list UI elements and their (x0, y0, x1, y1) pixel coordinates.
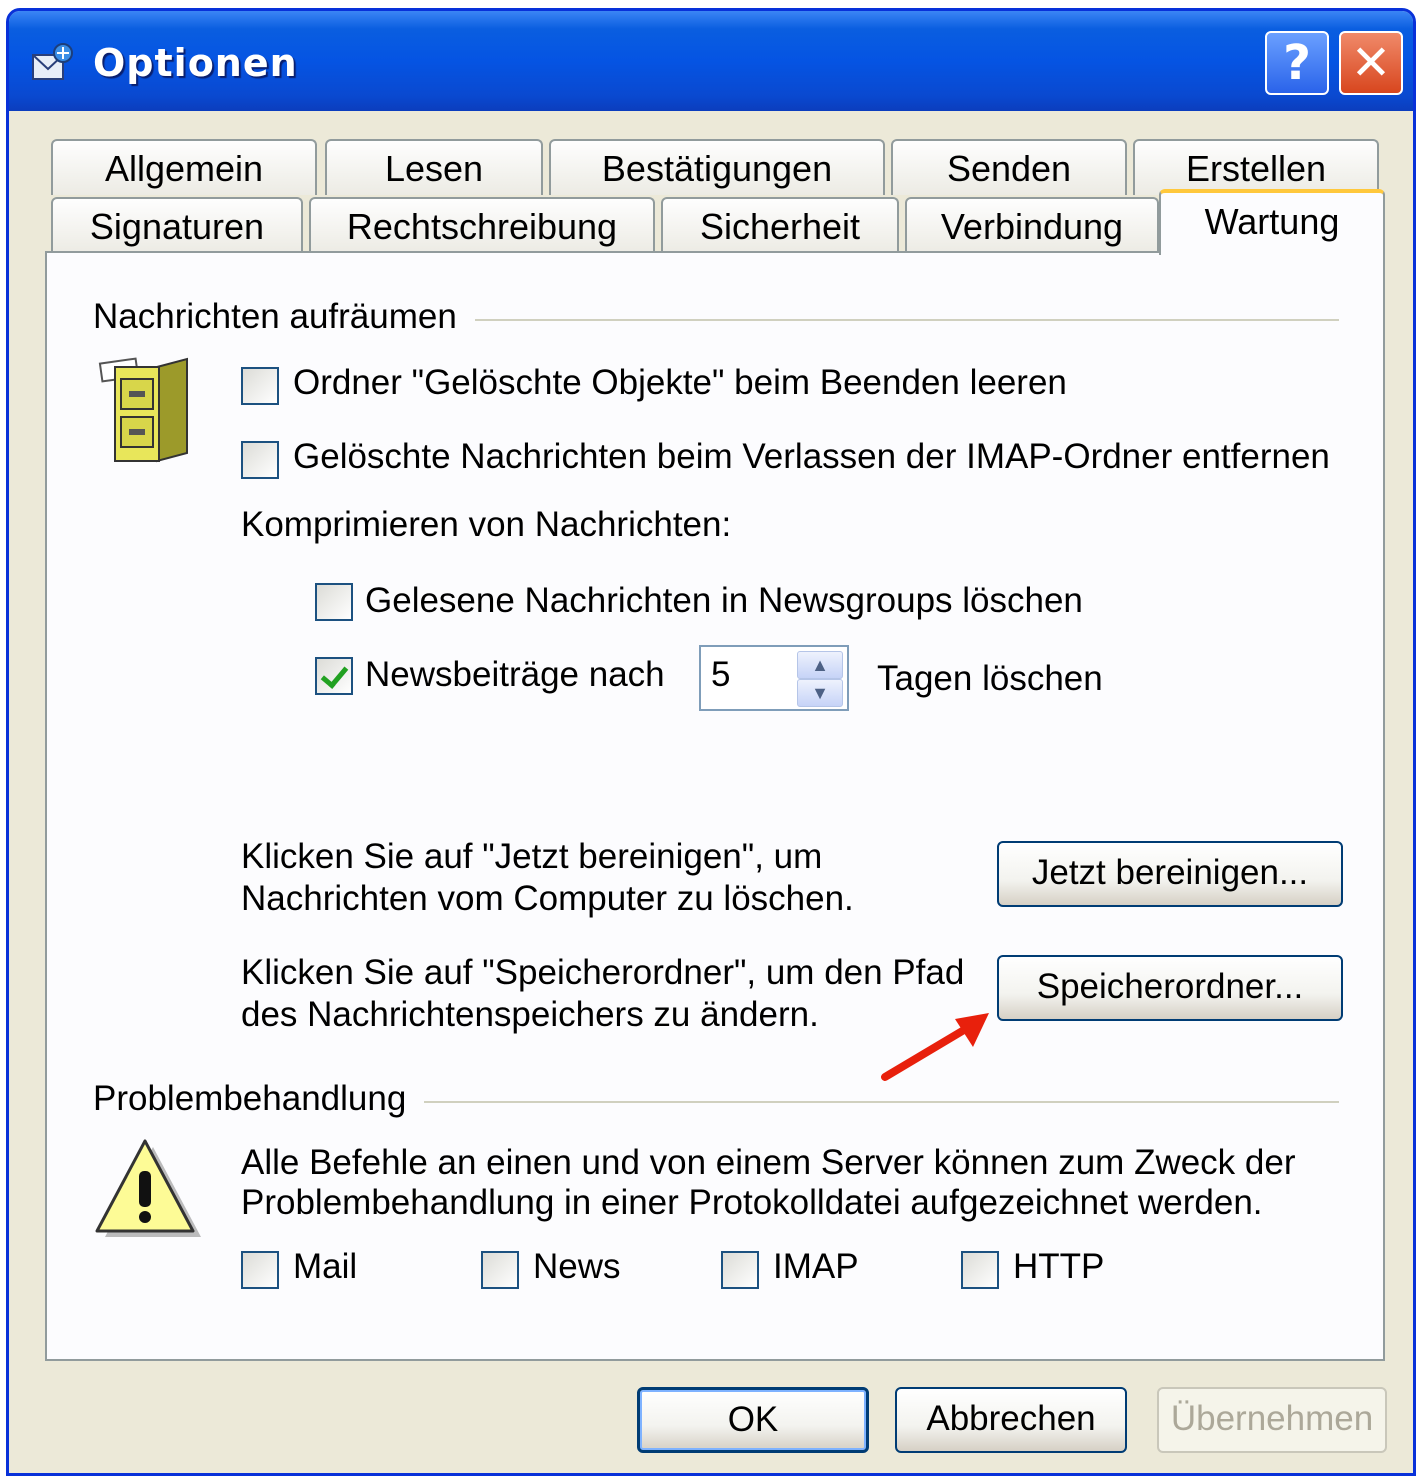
days-stepper[interactable]: 5 ▲ ▼ (699, 645, 849, 711)
log-http-checkbox[interactable] (961, 1251, 999, 1289)
log-mail-label[interactable]: Mail (293, 1247, 357, 1287)
cancel-button[interactable]: Abbrechen (895, 1387, 1127, 1453)
days-value[interactable]: 5 (711, 655, 730, 695)
log-imap-checkbox[interactable] (721, 1251, 759, 1289)
log-http-label[interactable]: HTTP (1013, 1247, 1104, 1287)
store-folder-text-1: Klicken Sie auf "Speicherordner", um den… (241, 953, 965, 992)
empty-deleted-items-checkbox[interactable] (241, 367, 279, 405)
days-suffix-label: Tagen löschen (877, 659, 1103, 698)
options-dialog: Optionen ? ✕ Allgemein Lesen Bestätigung… (6, 8, 1416, 1476)
store-folder-text-2: des Nachrichtenspeichers zu ändern. (241, 995, 819, 1034)
apply-button[interactable]: Übernehmen (1157, 1387, 1387, 1453)
clean-now-button[interactable]: Jetzt bereinigen... (997, 841, 1343, 907)
troubleshooting-text-1: Alle Befehle an einen und von einem Serv… (241, 1143, 1296, 1182)
red-arrow-icon (881, 1013, 989, 1081)
clean-now-text-1: Klicken Sie auf "Jetzt bereinigen", um (241, 837, 823, 876)
log-mail-checkbox[interactable] (241, 1251, 279, 1289)
panel-content: Nachrichten aufräumen Ordner "Gelöschte … (9, 11, 1413, 1473)
delete-read-news-checkbox[interactable] (315, 583, 353, 621)
delete-news-after-checkbox[interactable] (315, 657, 353, 695)
file-cabinet-icon (98, 357, 188, 463)
cleanup-heading: Nachrichten aufräumen (93, 297, 475, 337)
chevron-down-icon[interactable]: ▼ (797, 679, 843, 707)
delete-news-after-label[interactable]: Newsbeiträge nach (365, 655, 665, 695)
delete-read-news-label[interactable]: Gelesene Nachrichten in Newsgroups lösch… (365, 581, 1083, 621)
log-imap-label[interactable]: IMAP (773, 1247, 859, 1287)
log-news-label[interactable]: News (533, 1247, 621, 1287)
purge-imap-label[interactable]: Gelöschte Nachrichten beim Verlassen der… (293, 437, 1330, 477)
troubleshooting-heading: Problembehandlung (93, 1079, 425, 1119)
cleanup-divider (469, 319, 1339, 321)
troubleshooting-divider (419, 1101, 1339, 1103)
troubleshooting-text-2: Problembehandlung in einer Protokolldate… (241, 1183, 1263, 1222)
warning-icon (95, 1139, 201, 1237)
chevron-up-icon[interactable]: ▲ (797, 651, 843, 679)
compress-label: Komprimieren von Nachrichten: (241, 505, 732, 544)
log-news-checkbox[interactable] (481, 1251, 519, 1289)
empty-deleted-items-label[interactable]: Ordner "Gelöschte Objekte" beim Beenden … (293, 363, 1067, 403)
purge-imap-checkbox[interactable] (241, 441, 279, 479)
clean-now-text-2: Nachrichten vom Computer zu löschen. (241, 879, 854, 918)
store-folder-button[interactable]: Speicherordner... (997, 955, 1343, 1021)
ok-button[interactable]: OK (637, 1387, 869, 1453)
